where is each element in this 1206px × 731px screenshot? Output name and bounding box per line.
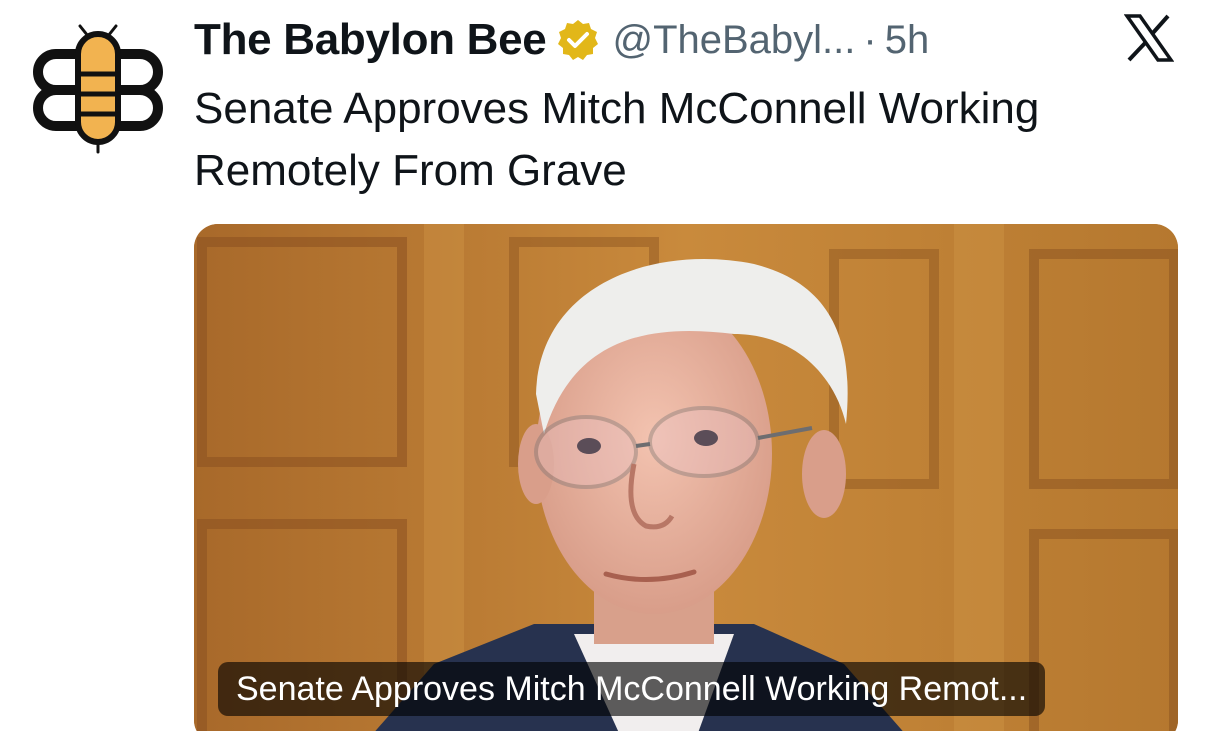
tweet-text: Senate Approves Mitch McConnell Working …: [194, 84, 1040, 195]
tweet-header: The Babylon Bee @TheBabyl... · 5h: [194, 14, 929, 66]
avatar[interactable]: [30, 22, 166, 158]
article-photo: [194, 224, 1178, 731]
tweet-card[interactable]: The Babylon Bee @TheBabyl... · 5h Senate…: [0, 0, 1206, 731]
display-name[interactable]: The Babylon Bee: [194, 15, 547, 65]
timestamp[interactable]: 5h: [885, 18, 930, 63]
handle[interactable]: @TheBabyl...: [612, 18, 855, 63]
media-caption: Senate Approves Mitch McConnell Working …: [218, 662, 1046, 716]
x-logo-icon[interactable]: [1124, 14, 1174, 62]
verified-badge-icon[interactable]: [556, 18, 600, 62]
bee-logo-icon: [33, 24, 163, 154]
media-card[interactable]: Senate Approves Mitch McConnell Working …: [194, 224, 1178, 731]
separator-dot: ·: [863, 17, 877, 62]
